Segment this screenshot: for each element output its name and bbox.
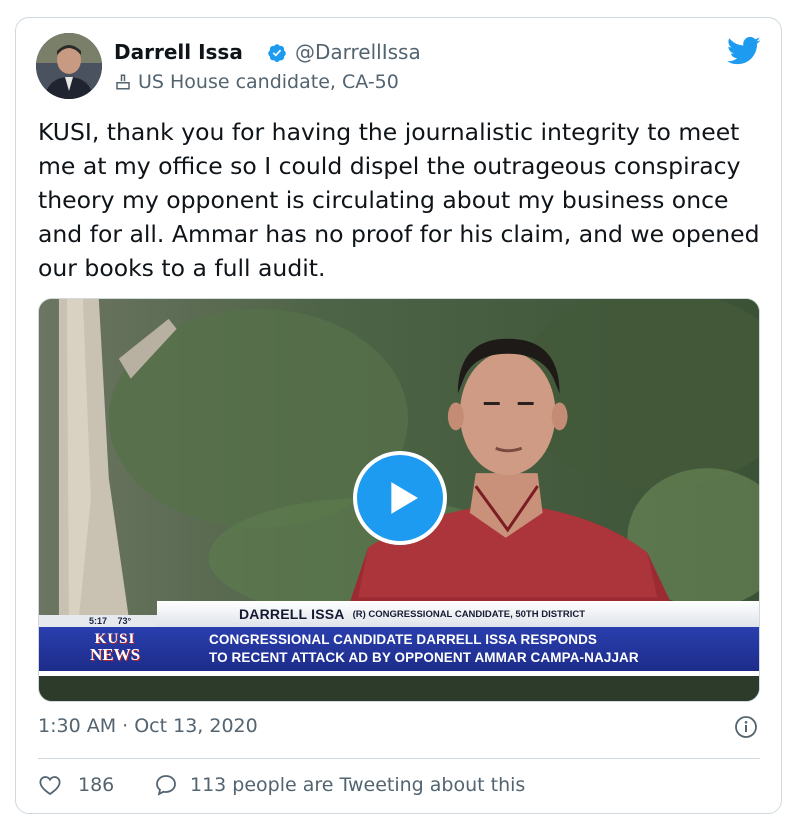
- tweet-timestamp[interactable]: 1:30 AM · Oct 13, 2020: [38, 715, 258, 737]
- tweet-text: KUSI, thank you for having the journalis…: [38, 118, 760, 282]
- ballot-box-icon: [116, 74, 130, 90]
- video-player[interactable]: 5:17 73° DARRELL ISSA (R) CONGRESSIONAL …: [38, 298, 760, 702]
- author-handle[interactable]: @DarrellIssa: [295, 40, 421, 64]
- headline-line-1: CONGRESSIONAL CANDIDATE DARRELL ISSA RES…: [209, 632, 598, 647]
- chyron-name: DARRELL ISSA: [239, 606, 345, 622]
- play-icon: [391, 482, 418, 514]
- candidate-label: US House candidate, CA-50: [114, 71, 399, 93]
- conversation-text: 113 people are Tweeting about this: [190, 774, 526, 796]
- kusi-news-logo: KUSI NEWS: [75, 632, 155, 666]
- like-count: 186: [78, 774, 115, 796]
- chyron-name-bar: DARRELL ISSA (R) CONGRESSIONAL CANDIDATE…: [157, 601, 759, 627]
- news-chyron: 5:17 73° DARRELL ISSA (R) CONGRESSIONAL …: [39, 601, 759, 701]
- play-button[interactable]: [353, 451, 447, 545]
- headline-line-2: TO RECENT ATTACK AD BY OPPONENT AMMAR CA…: [209, 650, 639, 665]
- candidate-label-text: US House candidate, CA-50: [138, 71, 399, 93]
- speech-bubble-icon: [156, 775, 176, 796]
- broadcast-time: 5:17: [89, 616, 108, 626]
- author-name[interactable]: Darrell Issa: [114, 40, 243, 64]
- heart-icon: [39, 776, 61, 796]
- info-icon[interactable]: [734, 715, 758, 739]
- avatar[interactable]: [36, 33, 102, 99]
- video-bottom-band: [39, 676, 759, 701]
- verified-badge-icon: [268, 44, 286, 62]
- chyron-subtitle: (R) CONGRESSIONAL CANDIDATE, 50TH DISTRI…: [352, 608, 586, 620]
- divider: [38, 758, 760, 759]
- conversation-link[interactable]: 113 people are Tweeting about this: [154, 773, 525, 797]
- like-button[interactable]: 186: [38, 773, 114, 797]
- chyron-headline: CONGRESSIONAL CANDIDATE DARRELL ISSA RES…: [209, 631, 639, 667]
- logo-bottom-text: NEWS: [89, 645, 141, 664]
- tweet-card: Darrell Issa @DarrellIssa US House candi…: [15, 17, 782, 814]
- chyron-headline-bar: KUSI NEWS CONGRESSIONAL CANDIDATE DARREL…: [39, 627, 759, 671]
- broadcast-temp: 73°: [117, 616, 132, 626]
- twitter-bird-icon[interactable]: [727, 36, 761, 66]
- time-temp-strip: 5:17 73°: [39, 615, 157, 627]
